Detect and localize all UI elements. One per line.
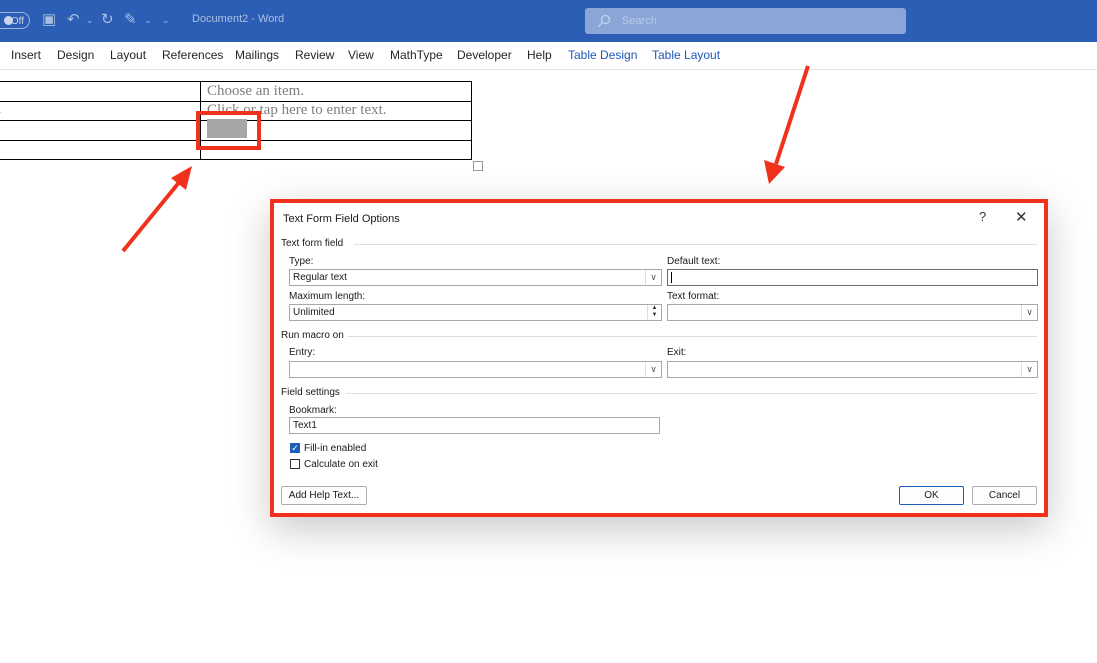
entry-label: Entry:: [289, 347, 316, 358]
maximum-length-spinner[interactable]: Unlimited ▲ ▼: [289, 304, 662, 321]
text-form-field-options-dialog: Text Form Field Options ? ✕ Text form fi…: [270, 199, 1048, 517]
exit-label: Exit:: [667, 347, 687, 358]
bookmark-input[interactable]: Text1: [289, 417, 660, 434]
close-icon[interactable]: ✕: [1015, 208, 1028, 226]
exit-macro-dropdown[interactable]: ∨: [667, 361, 1038, 378]
text-format-label: Text format:: [667, 291, 720, 302]
help-icon[interactable]: ?: [979, 209, 986, 224]
bookmark-value: Text1: [293, 420, 317, 431]
type-label: Type:: [289, 256, 314, 267]
section-run-macro: Run macro on: [281, 330, 344, 341]
arrow-to-dialog: [764, 65, 810, 184]
cancel-button[interactable]: Cancel: [972, 486, 1037, 505]
chevron-down-icon: ∨: [645, 270, 661, 285]
type-dropdown[interactable]: Regular text ∨: [289, 269, 662, 286]
fill-in-enabled-label: Fill-in enabled: [304, 443, 367, 454]
chevron-down-icon: ∨: [645, 362, 661, 377]
chevron-down-icon: ∨: [1021, 305, 1037, 320]
maximum-length-value: Unlimited: [293, 307, 335, 318]
calculate-on-exit-checkbox[interactable]: [290, 459, 300, 469]
section-divider: [354, 244, 1037, 245]
bookmark-label: Bookmark:: [289, 405, 337, 416]
maximum-length-label: Maximum length:: [289, 291, 366, 302]
calculate-on-exit-label: Calculate on exit: [304, 459, 378, 470]
type-value: Regular text: [293, 272, 347, 283]
ok-button[interactable]: OK: [899, 486, 964, 505]
default-text-input[interactable]: [667, 269, 1038, 286]
fill-in-enabled-checkbox[interactable]: ✓: [290, 443, 300, 453]
spinner-arrows-icon[interactable]: ▲ ▼: [647, 305, 661, 320]
chevron-down-icon: ∨: [1021, 362, 1037, 377]
text-cursor: [671, 272, 672, 283]
arrow-to-form-field: [121, 166, 192, 253]
section-divider: [346, 393, 1037, 394]
add-help-text-button[interactable]: Add Help Text...: [281, 486, 367, 505]
entry-macro-dropdown[interactable]: ∨: [289, 361, 662, 378]
default-text-label: Default text:: [667, 256, 721, 267]
section-divider: [348, 336, 1037, 337]
text-format-dropdown[interactable]: ∨: [667, 304, 1038, 321]
section-field-settings: Field settings: [281, 387, 340, 398]
section-text-form-field: Text form field: [281, 238, 344, 249]
dialog-title: Text Form Field Options: [283, 213, 400, 225]
